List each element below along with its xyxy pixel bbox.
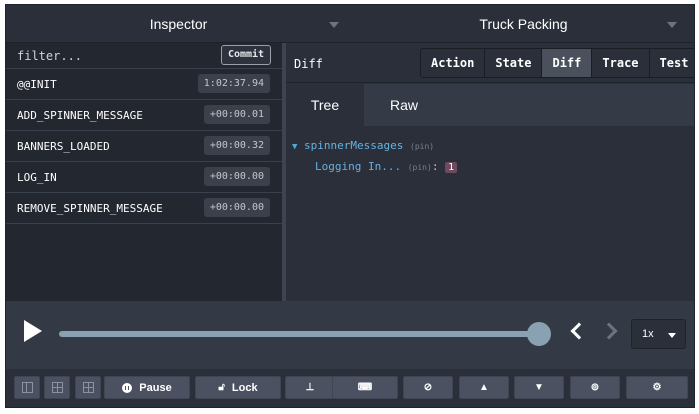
header-bar: Inspector Truck Packing [6,5,694,43]
action-row[interactable]: BANNERS_LOADED +00:00.32 [6,131,282,162]
lock-label: Lock [231,381,258,394]
chevron-down-icon [329,22,339,28]
monitor-title: Inspector [149,16,208,32]
filter-input[interactable] [6,43,216,68]
layout-left-button[interactable] [14,376,40,399]
instance-title: Truck Packing [479,16,568,32]
action-row[interactable]: @@INIT 1:02:37.94 [6,69,282,100]
action-time-badge: 1:02:37.94 [197,74,270,93]
tab-action[interactable]: Action [421,49,486,77]
tree-node-root[interactable]: ▼ spinnerMessages (pin) [292,139,434,152]
tab-state[interactable]: State [485,49,543,77]
pin-link[interactable]: (pin) [410,142,434,151]
export-button[interactable]: ▲ [459,376,509,399]
lock-button[interactable]: 🔓︎ Lock [195,376,281,399]
action-name: BANNERS_LOADED [17,140,110,153]
remote-button[interactable]: ⊚ [570,376,620,399]
persist-button[interactable]: ⊘ [403,376,453,399]
inspector-toolbar: Diff Action State Diff Trace Test [286,43,694,83]
action-time-badge: +00:00.32 [203,136,270,155]
action-row[interactable]: REMOVE_SPINNER_MESSAGE +00:00.00 [6,193,282,224]
view-tabs: Tree Raw [286,84,694,126]
inspector-tab-group: Action State Diff Trace Test [420,48,694,78]
action-time-badge: +00:00.00 [203,167,270,186]
pin-link[interactable]: (pin) [408,163,432,172]
expand-arrow-icon[interactable]: ▼ [292,142,297,152]
action-list-pane: Commit @@INIT 1:02:37.94 ADD_SPINNER_MES… [6,43,282,301]
chevron-right-icon[interactable] [600,322,618,340]
keyboard-icon: ⌨ [357,381,373,393]
action-time-badge: +00:00.00 [203,198,270,217]
layout-bottom-button[interactable] [44,376,70,399]
bottom-toolbar: Pause 🔓︎ Lock ⊥ ⌨ ⊘ ▲ ▼ ⊚ ⚙ [6,369,694,407]
chevron-down-icon [667,22,677,28]
settings-icon: ⚙ [652,381,662,393]
export-icon: ▲ [479,381,489,393]
layout-left-icon [21,382,33,393]
monitor-select-left[interactable]: Inspector [6,5,351,43]
pause-button[interactable]: Pause [104,376,190,399]
tab-diff[interactable]: Diff [542,49,593,77]
action-name: REMOVE_SPINNER_MESSAGE [17,202,163,215]
inspector-pane: Diff Action State Diff Trace Test Tree R… [286,43,694,301]
tab-test[interactable]: Test [649,49,694,77]
chevron-left-icon[interactable] [570,322,588,340]
layout-bottom-icon [51,382,63,393]
diff-tree: ▼ spinnerMessages (pin) Logging In... (p… [286,126,694,301]
tab-raw[interactable]: Raw [364,84,444,126]
play-icon[interactable] [24,320,42,342]
tab-tree[interactable]: Tree [286,84,364,126]
commit-button[interactable]: Commit [221,45,271,65]
tree-colon: : [431,160,439,173]
lock-icon: 🔓︎ [218,381,225,393]
layout-grid-button[interactable] [75,376,101,399]
import-icon: ▼ [534,381,544,393]
pause-icon [122,382,133,393]
tree-node-child: Logging In... (pin): 1 [315,160,458,173]
pin-icon: ⊥ [305,381,315,393]
action-name: ADD_SPINNER_MESSAGE [17,109,143,122]
layout-grid-icon [82,382,94,393]
tree-key: Logging In... [315,160,402,173]
current-tab-label: Diff [294,57,323,71]
speed-value: 1x [642,328,654,340]
slider-bar: 1x [6,301,694,369]
action-name: @@INIT [17,78,57,91]
slider-track[interactable] [59,331,539,337]
action-name: LOG_IN [17,171,57,184]
persist-icon: ⊘ [423,381,433,393]
dispatch-button[interactable]: ⌨ [332,376,398,399]
action-row[interactable]: ADD_SPINNER_MESSAGE +00:00.01 [6,100,282,131]
import-button[interactable]: ▼ [514,376,564,399]
settings-button[interactable]: ⚙ [626,376,688,399]
speed-select[interactable]: 1x [631,319,686,349]
slider-thumb[interactable] [527,322,551,346]
redux-devtools-window: Inspector Truck Packing Commit @@INIT 1:… [5,4,695,408]
instance-select[interactable]: Truck Packing [351,5,694,43]
tab-trace[interactable]: Trace [592,49,650,77]
tree-key: spinnerMessages [304,139,404,152]
action-time-badge: +00:00.01 [203,105,270,124]
pin-button[interactable]: ⊥ [285,376,335,399]
diff-added-value: 1 [445,162,458,173]
chevron-down-icon [668,333,676,338]
pause-label: Pause [139,381,172,394]
filter-row: Commit [6,43,282,69]
remote-icon: ⊚ [590,381,600,393]
action-row[interactable]: LOG_IN +00:00.00 [6,162,282,193]
